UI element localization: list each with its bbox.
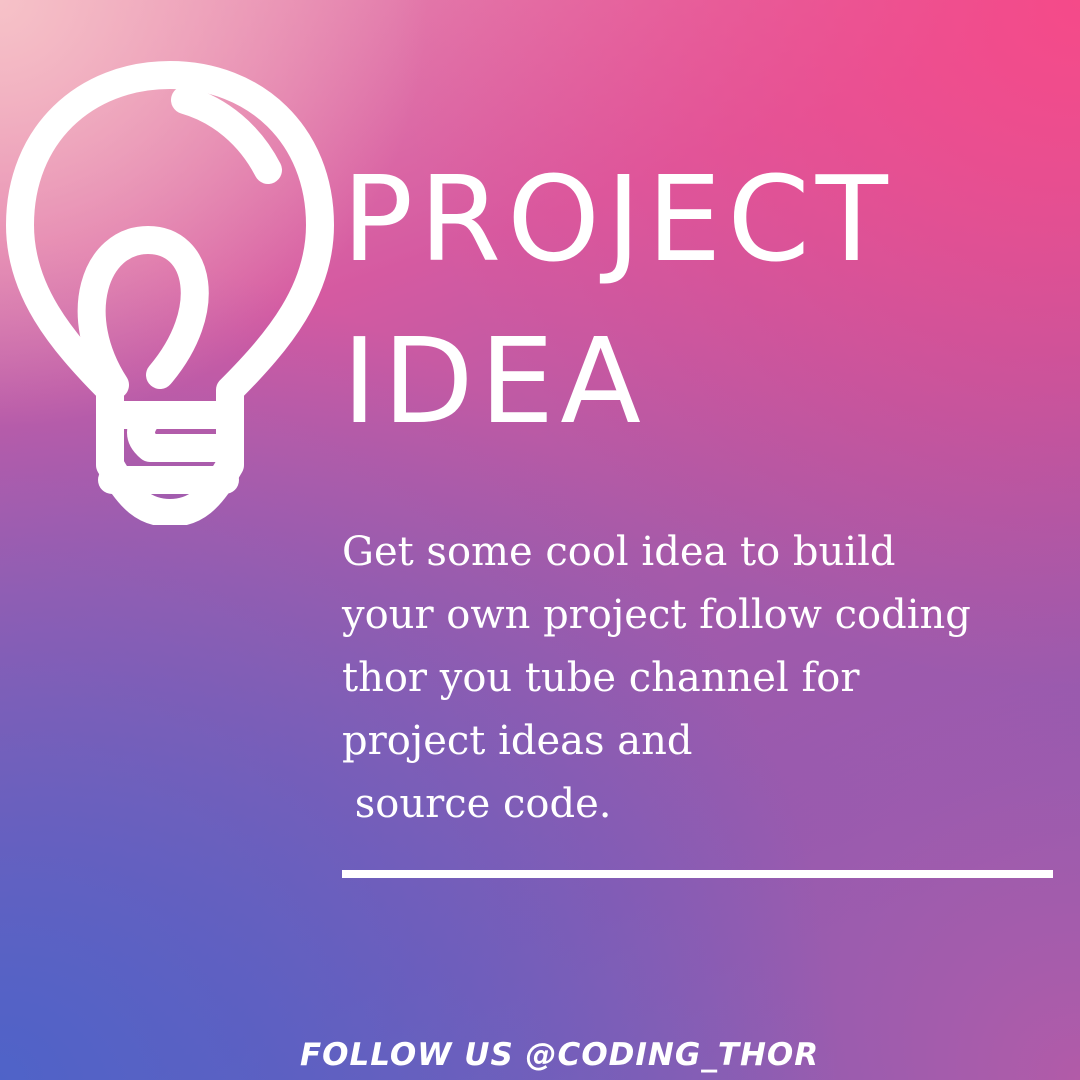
description-line: project ideas and <box>342 718 693 764</box>
title-line-idea: IDEA <box>342 312 647 450</box>
title-line-project: PROJECT <box>342 150 894 288</box>
divider <box>342 870 1053 878</box>
poster: PROJECT IDEA Get some cool idea to build… <box>0 0 1080 1080</box>
description-line: source code. <box>342 781 612 827</box>
footer-handle: FOLLOW US @CODING_THOR <box>300 1037 820 1073</box>
lightbulb-icon <box>6 61 334 525</box>
description-line: Get some cool idea to build <box>342 529 896 575</box>
description: Get some cool idea to build your own pro… <box>342 521 1072 836</box>
description-line: your own project follow coding <box>342 592 971 638</box>
description-line: thor you tube channel for <box>342 655 860 701</box>
